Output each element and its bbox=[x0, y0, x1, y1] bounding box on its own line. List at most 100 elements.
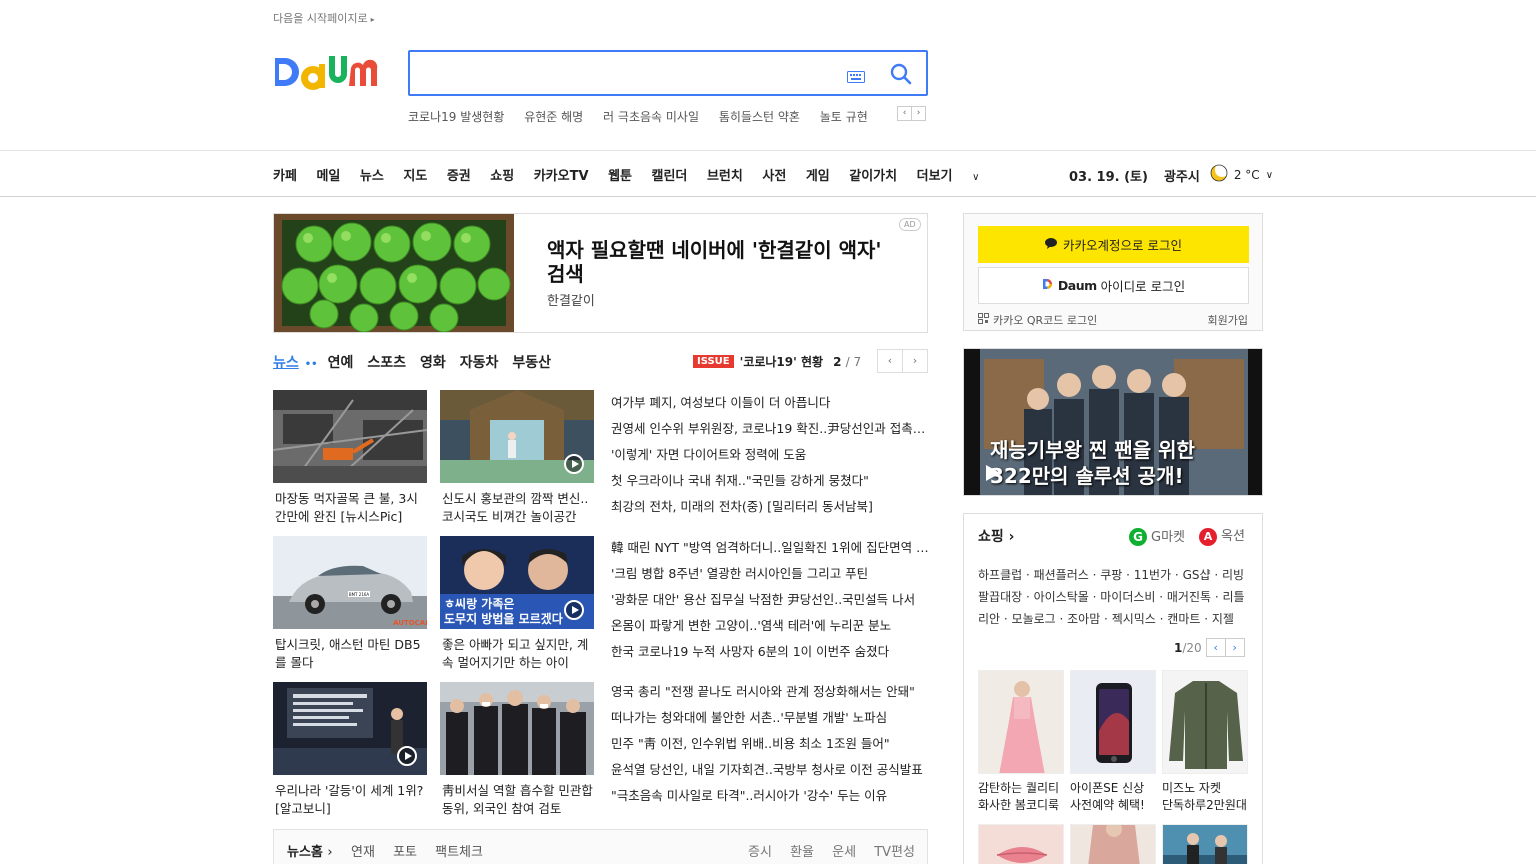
gnb-item-mail[interactable]: 메일 bbox=[316, 169, 340, 184]
issue-bar[interactable]: ISSUE '코로나19' 현황 2 / 7 bbox=[693, 353, 861, 370]
news-thumbnail[interactable]: BMT 216A AUTOCAR bbox=[273, 536, 427, 629]
headline-link[interactable]: 첫 우크라이나 국내 취재.."국민들 강하게 뭉쳤다" bbox=[611, 472, 929, 498]
issue-prev-button[interactable]: ‹ bbox=[877, 349, 903, 373]
trending-keyword[interactable]: 유현준 해명 bbox=[524, 110, 583, 124]
tab-realestate[interactable]: 부동산 bbox=[512, 355, 551, 371]
search-input[interactable] bbox=[420, 60, 820, 86]
promo-video-banner[interactable]: 재능기부왕 찐 팬을 위한 322만의 솔루션 공개! bbox=[963, 348, 1263, 496]
footer-link-stock[interactable]: 증시 bbox=[748, 845, 772, 860]
footer-link-factcheck[interactable]: 팩트체크 bbox=[435, 845, 483, 860]
trending-keyword[interactable]: 톰히들스턴 약혼 bbox=[719, 110, 800, 124]
gnb-item-stock[interactable]: 증권 bbox=[447, 169, 471, 184]
shopping-next-button[interactable]: › bbox=[1224, 638, 1245, 657]
headline-link[interactable]: '이렇게' 자면 다이어트와 정력에 도움 bbox=[611, 446, 929, 472]
product-image[interactable] bbox=[1070, 670, 1156, 774]
tab-sports[interactable]: 스포츠 bbox=[367, 355, 406, 371]
headline-link[interactable]: 최강의 전차, 미래의 전차(중) [밀리터리 동서남북] bbox=[611, 498, 929, 524]
footer-link-photo[interactable]: 포토 bbox=[393, 845, 417, 860]
gnb-item-kakaotv[interactable]: 카카오TV bbox=[534, 169, 589, 184]
headline-link[interactable]: 윤석열 당선인, 내일 기자회견..국방부 청사로 이전 공식발표 bbox=[611, 761, 929, 787]
trending-prev-button[interactable]: ‹ bbox=[897, 106, 912, 121]
product-image[interactable] bbox=[1162, 824, 1248, 864]
footer-link-exchange[interactable]: 환율 bbox=[790, 845, 814, 860]
product-caption-line: 단독하루2만원대 bbox=[1162, 798, 1247, 812]
headline-link[interactable]: '크림 병합 8주년' 열광한 러시아인들 그리고 푸틴 bbox=[611, 565, 929, 591]
trending-keyword[interactable]: 러 극초음속 미사일 bbox=[603, 110, 699, 124]
trending-keyword[interactable]: 놀토 규현 bbox=[820, 110, 868, 124]
headline-link[interactable]: 韓 때린 NYT "방역 엄격하더니..일일확진 1위에 집단면역 도박" bbox=[611, 539, 929, 565]
gnb-item-news[interactable]: 뉴스 bbox=[360, 169, 384, 184]
tab-movie[interactable]: 영화 bbox=[420, 355, 446, 371]
search-button[interactable] bbox=[890, 63, 914, 85]
gmarket-label: G마켓 bbox=[1151, 529, 1185, 545]
product-image[interactable] bbox=[978, 670, 1064, 774]
news-thumbnail-caption[interactable]: 마장동 먹자골목 큰 불, 3시간만에 완진 [뉴시스Pic] bbox=[275, 490, 427, 526]
shopping-page: 1 bbox=[1174, 640, 1183, 655]
signup-link[interactable]: 회원가입 bbox=[1208, 312, 1248, 328]
news-thumbnail[interactable] bbox=[440, 390, 594, 483]
gnb-item-together[interactable]: 같이가치 bbox=[849, 169, 897, 184]
gnb-item-brunch[interactable]: 브런치 bbox=[707, 169, 743, 184]
gnb-item-more[interactable]: 더보기 ∨ bbox=[917, 169, 995, 184]
gnb-item-calendar[interactable]: 캘린더 bbox=[652, 169, 688, 184]
headline-link[interactable]: 권영세 인수위 부위원장, 코로나19 확진..尹당선인과 접촉 없어 bbox=[611, 420, 929, 446]
qr-login-link[interactable]: 카카오 QR코드 로그인 bbox=[978, 312, 1097, 328]
issue-nav: ‹ › bbox=[877, 349, 928, 373]
tab-entertainment[interactable]: 연예 bbox=[328, 355, 354, 371]
shopping-title-link[interactable]: 쇼핑 › bbox=[978, 526, 1014, 546]
news-thumbnail-caption[interactable]: 신도시 홍보관의 깜짝 변신..코시국도 비껴간 놀이공간 bbox=[442, 490, 594, 526]
news-thumbnail[interactable] bbox=[440, 682, 594, 775]
gnb-item-dictionary[interactable]: 사전 bbox=[762, 169, 786, 184]
headline-link[interactable]: 떠나가는 청와대에 불안한 서촌..'무분별 개발' 노파심 bbox=[611, 709, 929, 735]
weather-widget[interactable]: 03. 19. (토) 광주시 2 °C ∨ bbox=[1069, 163, 1273, 186]
daum-logo[interactable] bbox=[273, 48, 389, 100]
news-thumbnail-caption[interactable]: 우리나라 '갈등'이 세계 1위?[알고보니] bbox=[275, 782, 427, 818]
product-caption[interactable]: 감탄하는 퀄리티 화사한 봄코디룩 bbox=[978, 780, 1070, 814]
headline-link[interactable]: 여가부 폐지, 여성보다 이들이 더 아픕니다 bbox=[611, 394, 929, 420]
product-caption[interactable]: 미즈노 자켓 단독하루2만원대 bbox=[1162, 780, 1254, 814]
gnb-item-map[interactable]: 지도 bbox=[403, 169, 427, 184]
news-thumbnail-caption[interactable]: 좋은 아빠가 되고 싶지만, 계속 멀어지기만 하는 아이 bbox=[442, 636, 594, 672]
headline-link[interactable]: 한국 코로나19 누적 사망자 6분의 1이 이번주 숨졌다 bbox=[611, 643, 929, 669]
product-image[interactable] bbox=[1070, 824, 1156, 864]
product-image[interactable] bbox=[978, 824, 1064, 864]
footer-link-tv-schedule[interactable]: TV편성 bbox=[874, 845, 915, 860]
headline-link[interactable]: "극초음속 미사일로 타격"..러시아가 '강수' 두는 이유 bbox=[611, 787, 929, 813]
play-icon bbox=[986, 465, 1000, 481]
trending-next-button[interactable]: › bbox=[911, 106, 926, 121]
kakao-login-button[interactable]: 카카오계정으로 로그인 bbox=[978, 226, 1249, 263]
headline-link[interactable]: 온몸이 파랗게 변한 고양이..'염색 테러'에 누리꾼 분노 bbox=[611, 617, 929, 643]
headline-link[interactable]: 민주 "靑 이전, 인수위법 위배..비용 최소 1조원 들어" bbox=[611, 735, 929, 761]
tab-news[interactable]: 뉴스 bbox=[273, 355, 299, 371]
product-caption[interactable]: 아이폰SE 신상 사전예약 혜택! bbox=[1070, 780, 1162, 814]
news-thumbnail[interactable] bbox=[273, 682, 427, 775]
headline-link[interactable]: 영국 총리 "전쟁 끝나도 러시아와 관계 정상화해서는 안돼" bbox=[611, 683, 929, 709]
play-icon bbox=[564, 454, 584, 474]
news-thumbnail[interactable] bbox=[273, 390, 427, 483]
gnb-item-webtoon[interactable]: 웹툰 bbox=[608, 169, 632, 184]
gnb-item-game[interactable]: 게임 bbox=[806, 169, 830, 184]
gnb-item-cafe[interactable]: 카페 bbox=[273, 169, 297, 184]
shopping-prev-button[interactable]: ‹ bbox=[1205, 638, 1226, 657]
keyboard-icon[interactable] bbox=[847, 68, 865, 87]
product-image[interactable] bbox=[1162, 670, 1248, 774]
footer-link-series[interactable]: 연재 bbox=[351, 845, 375, 860]
gmarket-link[interactable]: G G마켓 bbox=[1129, 526, 1185, 546]
news-thumbnail-caption[interactable]: 靑비서실 역할 흡수할 민관합동위, 외국인 참여 검토 bbox=[442, 782, 594, 818]
issue-next-button[interactable]: › bbox=[902, 349, 928, 373]
news-thumbnail[interactable]: ㅎ씨랑 가족은 도무지 방법을 모르겠다 bbox=[440, 536, 594, 629]
tab-car[interactable]: 자동차 bbox=[460, 355, 499, 371]
auction-link[interactable]: A 옥션 bbox=[1185, 525, 1245, 546]
set-start-page-link[interactable]: 다음을 시작페이지로 ▸ bbox=[273, 10, 375, 26]
headline-link[interactable]: '광화문 대안' 용산 집무실 낙점한 尹당선인..국민설득 나서 bbox=[611, 591, 929, 617]
gnb-item-shopping[interactable]: 쇼핑 bbox=[490, 169, 514, 184]
trending-keyword[interactable]: 코로나19 발생현황 bbox=[408, 110, 504, 124]
daum-login-button[interactable]: Daum 아이디로 로그인 bbox=[978, 267, 1249, 304]
news-home-link[interactable]: 뉴스홈 › bbox=[287, 841, 333, 860]
daum-brand-label: Daum bbox=[1057, 278, 1097, 293]
footer-link-fortune[interactable]: 운세 bbox=[832, 845, 856, 860]
ad-banner[interactable]: 액자 필요할땐 네이버에 '한결같이 액자' 검색 한결같이 AD bbox=[273, 213, 928, 333]
news-thumbnail-caption[interactable]: 탑시크릿, 애스턴 마틴 DB5를 몰다 bbox=[275, 636, 427, 672]
shopping-mall-links[interactable]: 하프클럽 · 패션플러스 · 쿠팡 · 11번가 · GS샵 · 리빙팔끕대장 … bbox=[978, 564, 1253, 630]
promo-text: 재능기부왕 찐 팬을 위한 322만의 솔루션 공개! bbox=[990, 437, 1195, 489]
